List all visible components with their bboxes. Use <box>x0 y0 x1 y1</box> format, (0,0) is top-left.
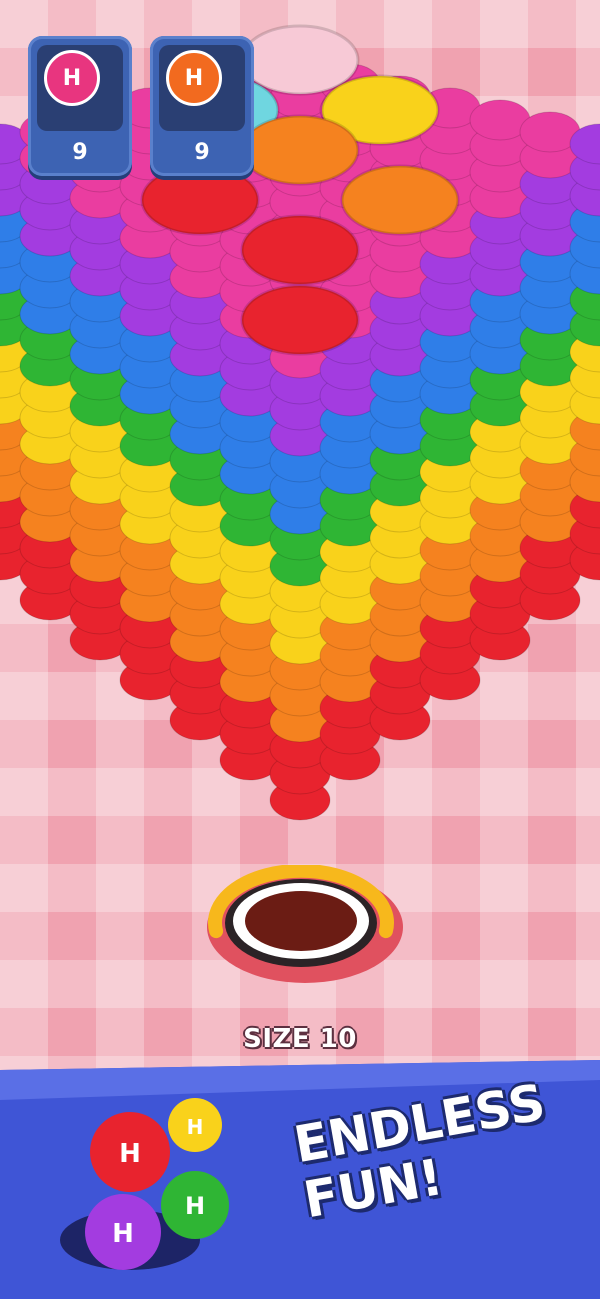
h-candy-icon: H <box>166 50 222 106</box>
swirl-cookie <box>240 214 360 286</box>
swirl-cookie <box>240 114 360 186</box>
swirl-cookie <box>340 164 460 236</box>
player-hole[interactable] <box>205 865 405 985</box>
hole-opening <box>245 891 357 951</box>
svg-text:H: H <box>185 1192 205 1220</box>
h-candy-icon: H <box>44 50 100 106</box>
candy-count: 9 <box>194 140 210 165</box>
svg-text:H: H <box>187 1115 204 1139</box>
candy-count: 9 <box>72 140 88 165</box>
candy-counter-orange: H 9 <box>150 36 254 176</box>
candy-counter-pink: H 9 <box>28 36 132 176</box>
svg-text:H: H <box>119 1139 141 1169</box>
candy-letter: H <box>62 65 82 91</box>
svg-text:H: H <box>112 1219 134 1249</box>
swirl-cookie <box>240 284 360 356</box>
game-scene[interactable]: H 9 H 9 SIZE 10 H H H H ENDLESS FUN! <box>0 0 600 1299</box>
candy-letter: H <box>184 65 204 91</box>
swirl-cookie <box>140 164 260 236</box>
